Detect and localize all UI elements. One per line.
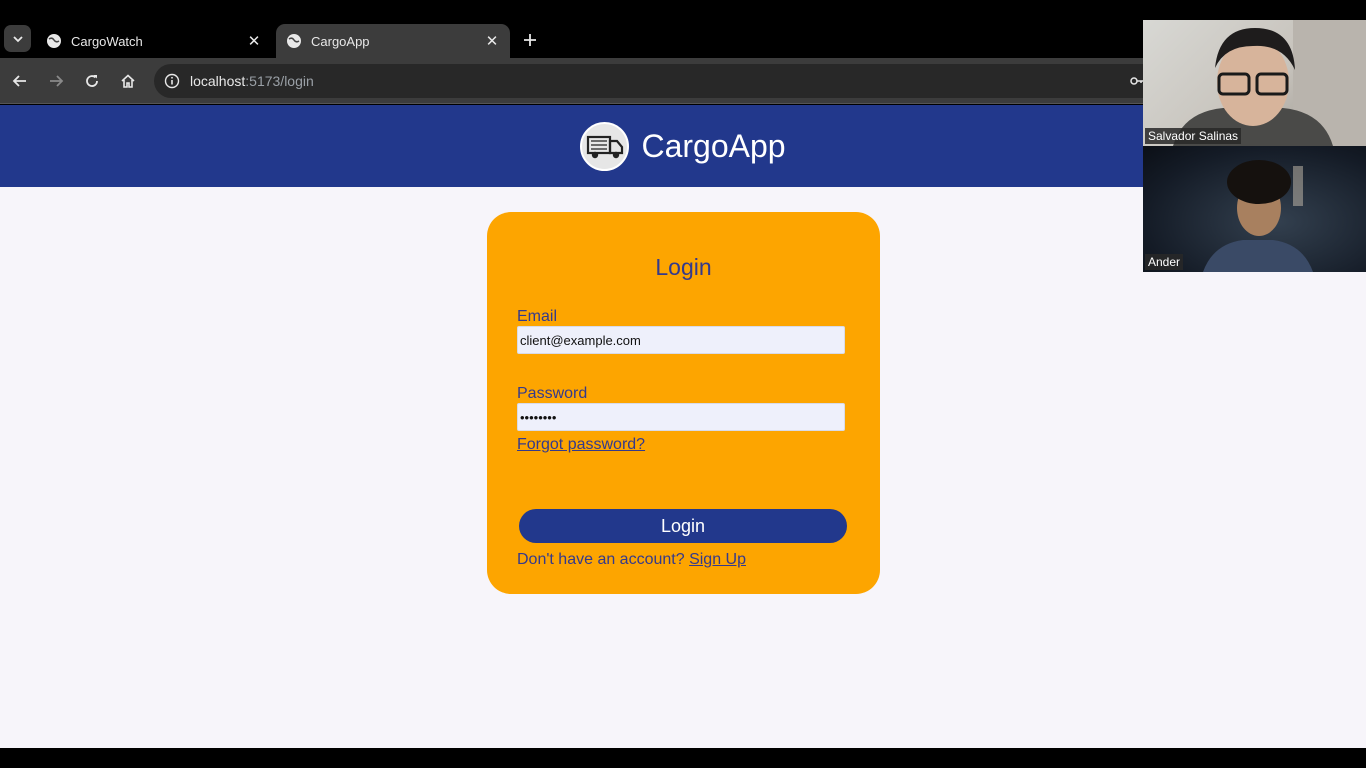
info-icon[interactable]: [164, 73, 180, 89]
brand[interactable]: CargoApp: [580, 121, 786, 171]
participant-name: Salvador Salinas: [1145, 128, 1242, 144]
close-icon[interactable]: ✕: [484, 33, 500, 50]
url-host: localhost: [190, 73, 246, 89]
forward-button[interactable]: [43, 68, 69, 94]
url-path: :5173/login: [245, 73, 314, 89]
signup-link[interactable]: Sign Up: [689, 551, 746, 568]
login-card: Login Email Password Forgot password? Lo…: [487, 212, 880, 594]
home-button[interactable]: [115, 68, 141, 94]
login-title: Login: [655, 254, 712, 280]
login-button[interactable]: Login: [519, 509, 847, 543]
reload-icon: [86, 75, 98, 87]
url-text: localhost:5173/login: [190, 73, 314, 89]
video-tile-salvador[interactable]: Salvador Salinas: [1143, 20, 1366, 146]
password-label: Password: [517, 385, 588, 402]
plus-icon: [524, 34, 536, 46]
screen-bottom-bar: [0, 748, 1366, 768]
tab-cargoapp[interactable]: CargoApp ✕: [276, 24, 510, 58]
back-button[interactable]: [7, 68, 33, 94]
tab-title: CargoApp: [311, 33, 370, 49]
email-label: Email: [517, 308, 558, 325]
participant-name: Ander: [1145, 254, 1184, 270]
arrow-left-icon: [12, 75, 26, 87]
signup-prompt: Don't have an account?: [517, 551, 685, 568]
chevron-down-icon: [12, 35, 23, 42]
video-tile-ander[interactable]: Ander: [1143, 146, 1366, 272]
password-field[interactable]: [517, 403, 845, 431]
arrow-right-icon: [50, 75, 64, 87]
new-tab-button[interactable]: [518, 28, 542, 52]
signup-row: Don't have an account? Sign Up: [517, 551, 746, 569]
forgot-password-link[interactable]: Forgot password?: [517, 436, 645, 454]
close-icon[interactable]: ✕: [246, 33, 262, 50]
truck-logo-icon: [580, 121, 630, 171]
tab-cargowatch[interactable]: CargoWatch ✕: [36, 24, 272, 58]
home-icon: [121, 74, 135, 88]
key-icon[interactable]: [1130, 74, 1144, 88]
globe-icon: [287, 34, 301, 48]
email-field[interactable]: [517, 326, 845, 354]
reload-button[interactable]: [79, 68, 105, 94]
tab-search-button[interactable]: [4, 25, 31, 52]
brand-name: CargoApp: [641, 127, 786, 164]
address-bar[interactable]: localhost:5173/login: [154, 64, 1164, 98]
tab-title: CargoWatch: [71, 33, 143, 49]
globe-icon: [47, 34, 61, 48]
